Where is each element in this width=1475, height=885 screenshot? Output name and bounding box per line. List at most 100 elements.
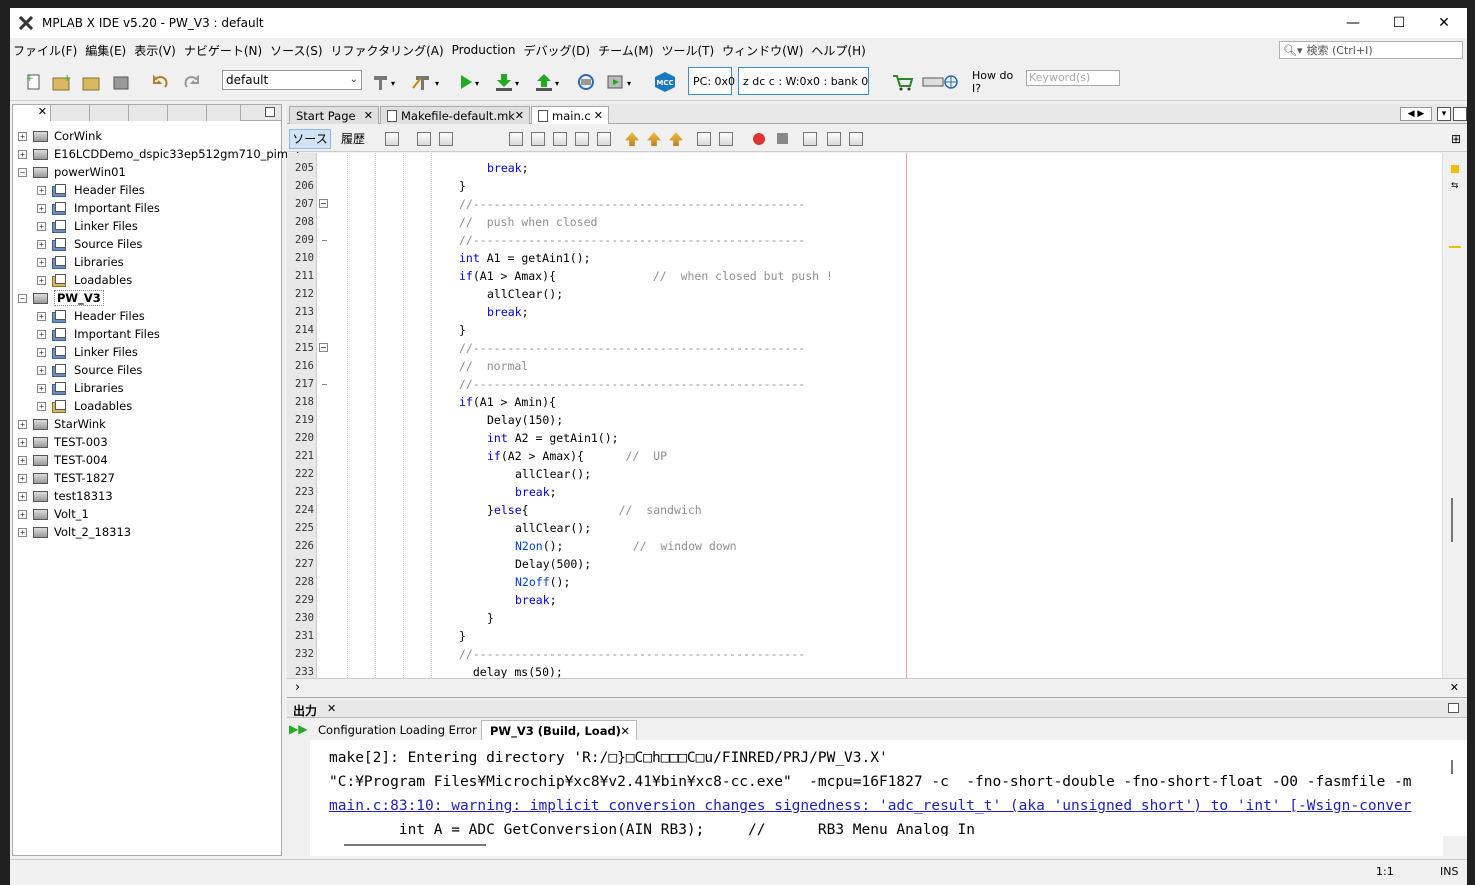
project-node[interactable]: + StarWink [18,415,106,433]
close-icon[interactable]: ✕ [515,109,524,122]
keyword-input[interactable]: Keyword(s) [1026,70,1120,86]
folder-node[interactable]: + Linker Files [37,217,138,235]
expand-icon[interactable]: + [37,221,46,231]
expand-icon[interactable]: + [18,473,27,483]
chevron-right-icon[interactable]: › [295,680,300,695]
back-icon[interactable] [417,132,431,146]
minimize-button[interactable]: — [1330,8,1376,38]
expand-icon[interactable]: + [37,203,46,213]
folder-node[interactable]: + Header Files [37,181,145,199]
tab-projects[interactable]: ✕ [13,105,51,121]
shift-right-icon[interactable] [719,132,733,146]
menu-item[interactable]: ソース(S) [267,42,327,59]
toggle-rect-select-icon[interactable] [597,132,611,146]
collapse-icon[interactable]: − [18,167,27,177]
minimize-panel-icon[interactable] [265,107,275,117]
scroll-thumb[interactable] [1451,498,1453,542]
folder-node[interactable]: + Important Files [37,325,160,343]
run-icon[interactable]: ▾ [456,71,484,93]
undo-icon[interactable] [150,71,172,93]
close-button[interactable]: ✕ [1421,8,1467,38]
fold-toggle-icon[interactable]: − [319,199,328,208]
next-bookmark-icon[interactable] [647,132,661,146]
output-vscroll[interactable] [1443,740,1467,836]
debug-icon[interactable]: ▾ [604,71,636,93]
warning-stripe[interactable] [1449,246,1461,248]
expand-icon[interactable]: + [37,185,46,195]
close-icon[interactable]: ✕ [594,109,603,122]
network-icon[interactable] [920,71,960,93]
project-node[interactable]: + TEST-004 [18,451,108,469]
expand-icon[interactable]: + [18,437,27,447]
close-icon[interactable]: ✕ [327,702,336,715]
prev-bookmark-icon[interactable] [625,132,639,146]
menu-item[interactable]: チーム(M) [595,42,658,59]
last-edit-icon[interactable] [385,132,399,146]
close-project-icon[interactable] [110,71,132,93]
make-program-icon[interactable]: ▾ [492,71,524,93]
folder-node[interactable]: + Loadables [37,271,132,289]
folder-node[interactable]: + Header Files [37,307,145,325]
project-node[interactable]: + Volt_1 [18,505,89,523]
code-editor[interactable]: 205 206 207 208 209 210 211 212 213 214 215 216 217 2… [287,153,1442,678]
project-node[interactable]: + test18313 [18,487,113,505]
find-prev-icon[interactable] [531,132,545,146]
project-node[interactable]: + CorWink [18,127,102,145]
expand-icon[interactable]: + [37,311,46,321]
toggle-bookmark-icon[interactable] [669,132,683,146]
menu-item[interactable]: 編集(E) [82,42,131,59]
cart-icon[interactable] [890,71,916,93]
scroll-thumb[interactable] [344,844,486,846]
expand-icon[interactable]: + [18,419,27,429]
tab-start-page[interactable]: Start Page ✕ [289,106,379,124]
editor-error-stripe[interactable]: ⇆ [1442,153,1467,678]
find-icon[interactable] [509,132,523,146]
folder-node[interactable]: + Libraries [37,253,124,271]
maximize-editor-icon[interactable] [1453,107,1467,121]
menu-item[interactable]: ツール(T) [658,42,719,59]
expand-icon[interactable]: + [37,401,46,411]
scroll-thumb[interactable] [1451,760,1453,774]
open-project-icon[interactable] [80,71,102,93]
menu-item[interactable]: リファクタリング(A) [328,42,449,59]
output-warning-link[interactable]: main.c:83:10: warning: implicit conversi… [329,794,1412,818]
tab-list-icon[interactable]: ▾ [1437,107,1451,121]
new-file-icon[interactable]: + [22,71,44,93]
minimize-panel-icon[interactable] [1448,703,1459,713]
expand-icon[interactable]: + [18,149,27,159]
redo-icon[interactable] [180,71,202,93]
project-node[interactable]: + TEST-1827 [18,469,115,487]
menu-item[interactable]: ファイル(F) [10,42,82,59]
split-editor-icon[interactable]: ⊞ [1451,132,1461,146]
tab-main-c[interactable]: main.c ✕ [531,106,609,124]
project-node[interactable]: − powerWin01 [18,163,126,181]
tab-makefile[interactable]: Makefile-default.mk ✕ [380,106,530,124]
tab-classes[interactable] [90,105,129,121]
folder-node[interactable]: + Libraries [37,379,124,397]
folder-node[interactable]: + Source Files [37,235,142,253]
expand-icon[interactable]: + [37,257,46,267]
forward-icon[interactable] [439,132,453,146]
source-view-button[interactable]: ソース [289,129,331,149]
menu-item[interactable]: ヘルプ(H) [808,42,870,59]
expand-icon[interactable]: + [37,383,46,393]
folder-node[interactable]: + Source Files [37,361,142,379]
fold-toggle-icon[interactable]: − [319,343,328,352]
tab-navigator[interactable] [207,105,241,121]
toggle-highlight-icon[interactable] [575,132,589,146]
tab-scroll-buttons[interactable]: ◀ ▶ [1400,107,1432,121]
maximize-button[interactable]: ☐ [1376,8,1422,38]
expand-icon[interactable]: + [37,347,46,357]
output-hscroll[interactable] [310,836,1443,856]
project-node[interactable]: − PW_V3 [18,289,104,307]
tab-build-load[interactable]: PW_V3 (Build, Load) ✕ [481,720,637,740]
tab-config-loading-error[interactable]: Configuration Loading Error [309,720,479,740]
menu-item[interactable]: 表示(V) [131,42,181,59]
menu-item[interactable]: ナビゲート(N) [181,42,267,59]
reset-icon[interactable] [574,71,598,93]
expand-icon[interactable]: + [18,509,27,519]
folder-node[interactable]: + Important Files [37,199,160,217]
diff-icon[interactable] [849,132,863,146]
configuration-select[interactable]: default ⌄ [222,70,362,90]
close-icon[interactable]: ✕ [364,109,373,122]
